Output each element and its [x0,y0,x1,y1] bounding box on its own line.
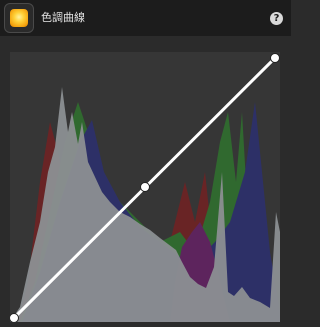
tone-curve-editor[interactable] [10,52,280,322]
curve-control-point[interactable] [10,313,19,323]
panel-header: 色調曲線 ? [0,0,291,36]
curve-control-point[interactable] [270,53,280,63]
tone-curve-tool-icon[interactable] [4,3,34,33]
curve-graph[interactable] [10,52,280,322]
tool-glow-swatch [10,9,28,27]
curve-control-point[interactable] [140,182,150,192]
panel-title: 色調曲線 [41,11,85,24]
help-icon[interactable]: ? [270,12,283,25]
